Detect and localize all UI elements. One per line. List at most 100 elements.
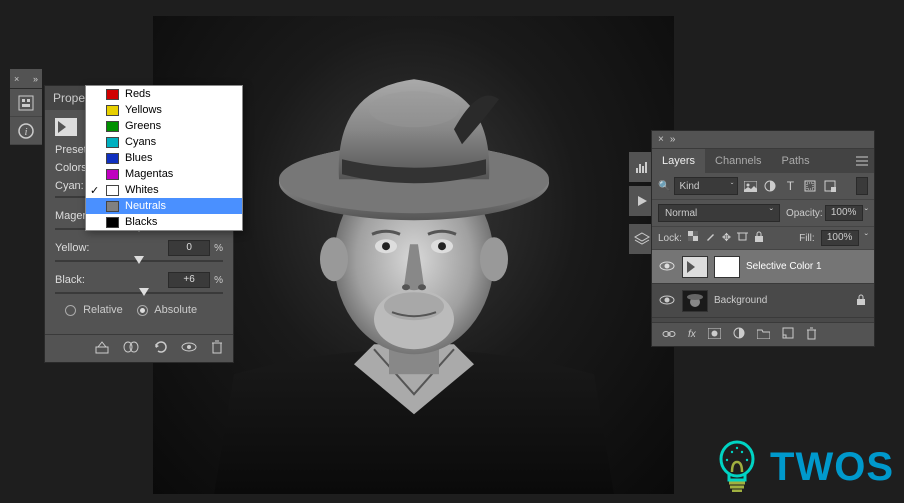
colors-dropdown[interactable]: Reds Yellows Greens Cyans Blues Magentas…: [85, 85, 243, 231]
clip-to-layer-icon[interactable]: [95, 340, 109, 357]
yellow-value-input[interactable]: 0: [168, 240, 210, 256]
dock-close-icon[interactable]: ×: [14, 74, 19, 84]
layers-panel-menu-icon[interactable]: [850, 149, 874, 173]
relative-radio-button[interactable]: [65, 305, 76, 316]
properties-panel-tool-icon[interactable]: [10, 89, 42, 117]
visibility-eye-icon[interactable]: [658, 293, 676, 309]
chevron-down-icon[interactable]: ˇ: [865, 208, 868, 219]
svg-text:i: i: [24, 126, 27, 138]
opt-label-greens: Greens: [125, 120, 161, 132]
layers-footer: fx: [652, 322, 874, 346]
layer-fx-icon[interactable]: fx: [688, 329, 696, 340]
fill-input[interactable]: 100%: [821, 230, 859, 246]
black-slider-knob[interactable]: [139, 288, 149, 296]
lock-brush-icon[interactable]: [705, 231, 716, 245]
yellow-slider-knob[interactable]: [134, 256, 144, 264]
info-panel-tool-icon[interactable]: i: [10, 117, 42, 145]
lightbulb-icon: [712, 440, 762, 495]
new-group-icon[interactable]: [757, 328, 770, 342]
layer-name-background[interactable]: Background: [714, 295, 850, 306]
lock-indicator-icon: [856, 294, 866, 308]
lock-transparency-icon[interactable]: [688, 231, 699, 245]
colors-option-greens[interactable]: Greens: [86, 118, 242, 134]
layer-row-background[interactable]: Background: [652, 284, 874, 318]
black-label: Black:: [55, 274, 85, 286]
opacity-label: Opacity:: [786, 208, 823, 219]
trash-icon[interactable]: [211, 340, 223, 357]
chevron-down-icon: ˇ: [770, 208, 773, 219]
left-tool-dock: × » i: [10, 69, 42, 145]
kind-search-icon[interactable]: 🔍: [658, 181, 670, 192]
filter-smartobj-icon[interactable]: [822, 178, 838, 194]
layer-mask-thumb[interactable]: [714, 256, 740, 278]
visibility-eye-icon[interactable]: [658, 259, 676, 275]
colors-option-cyans[interactable]: Cyans: [86, 134, 242, 150]
black-value-input[interactable]: +6: [168, 272, 210, 288]
black-slider[interactable]: [55, 292, 223, 294]
layers-lock-row: Lock: ✥ Fill: 100% ˇ: [652, 227, 874, 250]
new-layer-icon[interactable]: [782, 327, 794, 342]
yellow-pct: %: [214, 243, 223, 254]
layers-close-icon[interactable]: ×: [658, 134, 664, 145]
opacity-input[interactable]: 100%: [825, 205, 863, 221]
blend-mode-select[interactable]: Normal ˇ: [658, 204, 780, 222]
swatch-blue: [106, 153, 119, 164]
swatch-black: [106, 217, 119, 228]
swatch-green: [106, 121, 119, 132]
method-radio-group: Relative Absolute: [65, 304, 223, 316]
selective-color-icon: [55, 118, 77, 136]
layers-tabs: Layers Channels Paths: [652, 149, 874, 173]
tab-layers[interactable]: Layers: [652, 149, 705, 173]
absolute-radio[interactable]: Absolute: [137, 304, 197, 316]
relative-radio[interactable]: Relative: [65, 304, 123, 316]
tab-paths[interactable]: Paths: [772, 149, 820, 173]
dock-expand-icon[interactable]: »: [33, 74, 38, 84]
tab-channels[interactable]: Channels: [705, 149, 771, 173]
layer-thumb-background[interactable]: [682, 290, 708, 312]
lock-artboard-icon[interactable]: [737, 231, 748, 245]
opt-label-whites: Whites: [125, 184, 159, 196]
colors-option-blues[interactable]: Blues: [86, 150, 242, 166]
add-mask-icon[interactable]: [708, 328, 721, 342]
layer-name-selective-color[interactable]: Selective Color 1: [746, 261, 868, 272]
toggle-visibility-icon[interactable]: [181, 341, 197, 356]
watermark-text: TWOS: [770, 445, 894, 490]
colors-option-whites[interactable]: ✓ Whites: [86, 182, 242, 198]
lock-all-icon[interactable]: [754, 231, 764, 245]
delete-layer-icon[interactable]: [806, 327, 817, 343]
properties-footer: [45, 334, 233, 362]
link-layers-icon[interactable]: [662, 328, 676, 342]
lock-position-icon[interactable]: ✥: [722, 231, 731, 245]
view-previous-icon[interactable]: [123, 340, 139, 357]
filter-type-icon[interactable]: T: [782, 178, 798, 194]
chevron-down-icon[interactable]: ˇ: [865, 233, 868, 244]
swatch-cyan: [106, 137, 119, 148]
new-adjustment-icon[interactable]: [733, 327, 745, 342]
yellow-slider[interactable]: [55, 260, 223, 262]
colors-option-neutrals[interactable]: Neutrals: [86, 198, 242, 214]
filter-toggle-switch[interactable]: [856, 177, 868, 195]
layer-row-selective-color[interactable]: Selective Color 1: [652, 250, 874, 284]
watermark: TWOS: [712, 440, 894, 495]
colors-option-yellows[interactable]: Yellows: [86, 102, 242, 118]
colors-option-magentas[interactable]: Magentas: [86, 166, 242, 182]
opt-label-blues: Blues: [125, 152, 153, 164]
filter-shape-icon[interactable]: [802, 178, 818, 194]
absolute-radio-button[interactable]: [137, 305, 148, 316]
adjustment-thumb-icon[interactable]: [682, 256, 708, 278]
swatch-white: [106, 185, 119, 196]
reset-icon[interactable]: [153, 340, 167, 357]
layers-list: Selective Color 1 Background: [652, 250, 874, 322]
colors-option-blacks[interactable]: Blacks: [86, 214, 242, 230]
layers-panel-titlebar[interactable]: × »: [652, 131, 874, 149]
swatch-magenta: [106, 169, 119, 180]
filter-pixel-icon[interactable]: [742, 178, 758, 194]
fill-label: Fill:: [799, 233, 815, 244]
swatch-yellow: [106, 105, 119, 116]
opt-label-blacks: Blacks: [125, 216, 157, 228]
kind-select[interactable]: Kind ˇ: [674, 177, 738, 195]
colors-option-reds[interactable]: Reds: [86, 86, 242, 102]
opt-label-reds: Reds: [125, 88, 151, 100]
layers-expand-icon[interactable]: »: [670, 134, 676, 145]
filter-adjustment-icon[interactable]: [762, 178, 778, 194]
